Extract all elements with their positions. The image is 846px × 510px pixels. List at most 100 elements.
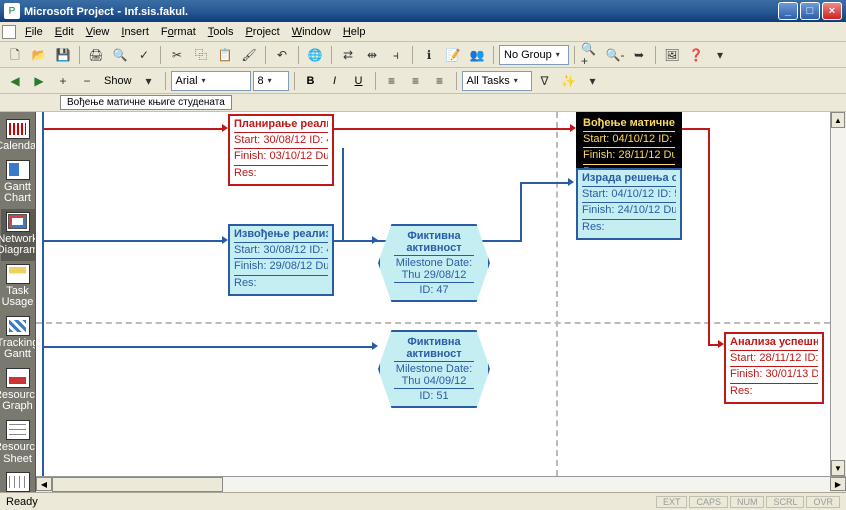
font-combo[interactable]: Arial▾ [171,71,251,91]
save-button[interactable]: 💾 [52,44,74,66]
toolbar-options-button[interactable]: ▾ [709,44,731,66]
view-resource-usage[interactable]: Resource Usage [1,469,35,492]
scroll-thumb[interactable] [52,477,223,492]
task-info-button[interactable]: ℹ [418,44,440,66]
task-node-analiza[interactable]: Анализа успешности студира Start: 28/11/… [724,332,824,404]
gantt-wizard-button[interactable]: ✨ [558,70,580,92]
gantt-icon [6,160,30,180]
maximize-button[interactable]: □ [800,2,820,20]
scroll-right-button[interactable]: ▶ [830,477,846,491]
close-button[interactable]: × [822,2,842,20]
link-tasks-button[interactable]: ⇄ [337,44,359,66]
bold-button[interactable]: B [300,70,322,92]
show-subtasks-button[interactable]: + [52,70,74,92]
unlink-tasks-button[interactable]: ⇹ [361,44,383,66]
entry-bar-text[interactable]: Вођење матичне књиге студената [60,95,232,110]
menu-format[interactable]: Format [155,24,202,40]
horizontal-scrollbar[interactable]: ◀ ▶ [36,476,846,492]
tracking-gantt-icon [6,316,30,336]
paste-button[interactable]: 📋 [214,44,236,66]
menu-window[interactable]: Window [286,24,337,40]
calendar-icon [6,119,30,139]
copy-picture-button[interactable]: 🖼 [661,44,683,66]
status-scrl: SCRL [766,496,804,508]
view-resource-sheet[interactable]: Resource Sheet [1,417,35,469]
vertical-scrollbar[interactable]: ▲ ▼ [830,112,846,476]
align-left-button[interactable]: ≡ [381,70,403,92]
minimize-button[interactable]: _ [778,2,798,20]
indent-button[interactable]: ▶ [28,70,50,92]
titlebar: P Microsoft Project - Inf.sis.fakul. _ □… [0,0,846,22]
view-network-diagram[interactable]: Network Diagram [1,209,35,261]
window-title: Microsoft Project - Inf.sis.fakul. [24,4,778,18]
show-dropdown-button[interactable]: ▾ [138,70,160,92]
formatting-toolbar-options-button[interactable]: ▾ [582,70,604,92]
task-node-izvodjenje[interactable]: Извођење реализације студ Start: 30/08/1… [228,224,334,296]
scroll-up-button[interactable]: ▲ [831,112,845,128]
menu-insert[interactable]: Insert [115,24,155,40]
milestone-node-fikt1[interactable]: Фиктивна активност Milestone Date: Thu 2… [378,224,490,302]
entry-bar: Вођење матичне књиге студената [0,94,846,112]
office-assistant-button[interactable]: ❓ [685,44,707,66]
split-task-button[interactable]: ⫞ [385,44,407,66]
status-num: NUM [730,496,765,508]
menu-file[interactable]: File [19,24,49,40]
menu-view[interactable]: View [80,24,116,40]
menu-project[interactable]: Project [239,24,285,40]
resource-graph-icon [6,368,30,388]
resource-sheet-icon [6,420,30,440]
menu-tools[interactable]: Tools [202,24,240,40]
view-bar: Calendar Gantt Chart Network Diagram Tas… [0,112,36,492]
scroll-down-button[interactable]: ▼ [831,460,845,476]
menubar: File Edit View Insert Format Tools Proje… [0,22,846,42]
network-diagram-canvas[interactable]: Планирање реализације сту Start: 30/08/1… [36,112,846,492]
format-painter-button[interactable]: 🖌 [238,44,260,66]
filter-combo[interactable]: All Tasks▾ [462,71,532,91]
outdent-button[interactable]: ◀ [4,70,26,92]
open-button[interactable]: 📂 [28,44,50,66]
task-node-izrada[interactable]: Израда решења о промени с Start: 04/10/1… [576,168,682,240]
spelling-button[interactable]: ✓ [133,44,155,66]
task-node-plan[interactable]: Планирање реализације сту Start: 30/08/1… [228,114,334,186]
undo-button[interactable]: ↶ [271,44,293,66]
hide-subtasks-button[interactable]: − [76,70,98,92]
doc-system-icon[interactable] [2,25,16,39]
group-by-combo[interactable]: No Group▾ [499,45,569,65]
status-caps: CAPS [689,496,728,508]
assign-resources-button[interactable]: 👥 [466,44,488,66]
view-resource-graph[interactable]: Resource Graph [1,365,35,417]
view-gantt-chart[interactable]: Gantt Chart [1,157,35,209]
scroll-left-button[interactable]: ◀ [36,477,52,491]
view-task-usage[interactable]: Task Usage [1,261,35,313]
autofilter-button[interactable]: ∇ [534,70,556,92]
new-button[interactable]: 🗋 [4,44,26,66]
zoom-in-button[interactable]: 🔍+ [580,44,602,66]
insert-hyperlink-button[interactable]: 🌐 [304,44,326,66]
milestone-node-fikt2[interactable]: Фиктивна активност Milestone Date: Thu 0… [378,330,490,408]
view-tracking-gantt[interactable]: Tracking Gantt [1,313,35,365]
network-icon [6,212,30,232]
zoom-out-button[interactable]: 🔍- [604,44,626,66]
statusbar: Ready EXT CAPS NUM SCRL OVR [0,492,846,510]
menu-help[interactable]: Help [337,24,372,40]
status-ext: EXT [656,496,688,508]
goto-selected-task-button[interactable]: ➥ [628,44,650,66]
cut-button[interactable]: ✂ [166,44,188,66]
standard-toolbar: 🗋 📂 💾 🖨 🔍 ✓ ✂ ⿻ 📋 🖌 ↶ 🌐 ⇄ ⇹ ⫞ ℹ 📝 👥 No G… [0,42,846,68]
print-preview-button[interactable]: 🔍 [109,44,131,66]
task-usage-icon [6,264,30,284]
task-notes-button[interactable]: 📝 [442,44,464,66]
align-center-button[interactable]: ≡ [405,70,427,92]
align-right-button[interactable]: ≡ [429,70,451,92]
print-button[interactable]: 🖨 [85,44,107,66]
copy-button[interactable]: ⿻ [190,44,212,66]
view-calendar[interactable]: Calendar [1,116,35,157]
status-ovr: OVR [806,496,840,508]
show-label: Show [100,75,136,87]
font-size-combo[interactable]: 8▾ [253,71,289,91]
italic-button[interactable]: I [324,70,346,92]
app-icon: P [4,3,20,19]
menu-edit[interactable]: Edit [49,24,80,40]
underline-button[interactable]: U [348,70,370,92]
status-text: Ready [6,496,654,508]
